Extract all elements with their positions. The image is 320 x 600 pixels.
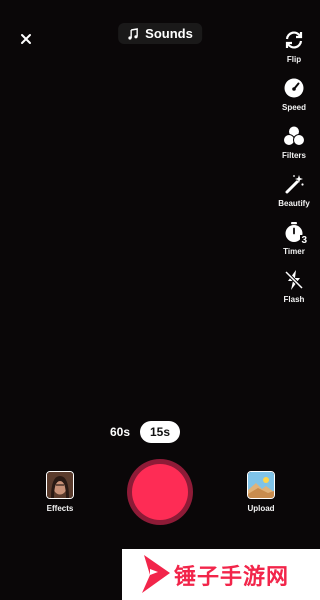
filters-label: Filters bbox=[281, 151, 306, 160]
duration-60s-option[interactable]: 60s bbox=[108, 421, 132, 443]
flip-label: Flip bbox=[286, 55, 302, 64]
speed-button[interactable]: Speed bbox=[276, 76, 312, 124]
speed-label: Speed bbox=[281, 103, 306, 112]
sounds-button[interactable]: Sounds bbox=[118, 23, 202, 44]
flip-button[interactable]: Flip bbox=[276, 28, 312, 76]
flip-icon bbox=[285, 31, 303, 49]
gallery-icon bbox=[247, 471, 275, 499]
speed-icon bbox=[284, 78, 304, 98]
close-button[interactable] bbox=[16, 29, 36, 49]
record-button-inner bbox=[132, 464, 188, 520]
upload-button[interactable]: Upload bbox=[244, 471, 278, 513]
timer-label: Timer bbox=[283, 247, 305, 256]
beautify-icon bbox=[285, 175, 304, 194]
duration-selector: 60s 15s bbox=[0, 421, 320, 443]
effects-button[interactable]: Effects bbox=[44, 471, 76, 513]
flash-button[interactable]: Flash bbox=[276, 268, 312, 316]
beautify-button[interactable]: Beautify bbox=[276, 172, 312, 220]
music-note-icon bbox=[128, 27, 138, 40]
beautify-label: Beautify bbox=[278, 199, 310, 208]
filters-icon bbox=[283, 125, 305, 146]
record-button[interactable] bbox=[127, 459, 193, 525]
close-icon bbox=[21, 34, 31, 44]
filters-button[interactable]: Filters bbox=[276, 124, 312, 172]
effects-thumbnail bbox=[46, 471, 74, 499]
flash-label: Flash bbox=[283, 295, 305, 304]
sounds-label: Sounds bbox=[145, 26, 193, 41]
watermark-logo-icon bbox=[142, 555, 170, 593]
side-toolbar: Flip Speed Filters Beautify 3 Timer Flas… bbox=[276, 28, 312, 316]
timer-button[interactable]: 3 Timer bbox=[276, 220, 312, 268]
duration-15s-option[interactable]: 15s bbox=[140, 421, 180, 443]
flash-off-icon bbox=[284, 270, 304, 290]
timer-badge: 3 bbox=[300, 235, 308, 246]
watermark-banner: 锤子手游网 bbox=[122, 549, 320, 600]
upload-label: Upload bbox=[247, 504, 275, 513]
effects-label: Effects bbox=[46, 504, 74, 513]
watermark-text: 锤子手游网 bbox=[174, 564, 290, 590]
